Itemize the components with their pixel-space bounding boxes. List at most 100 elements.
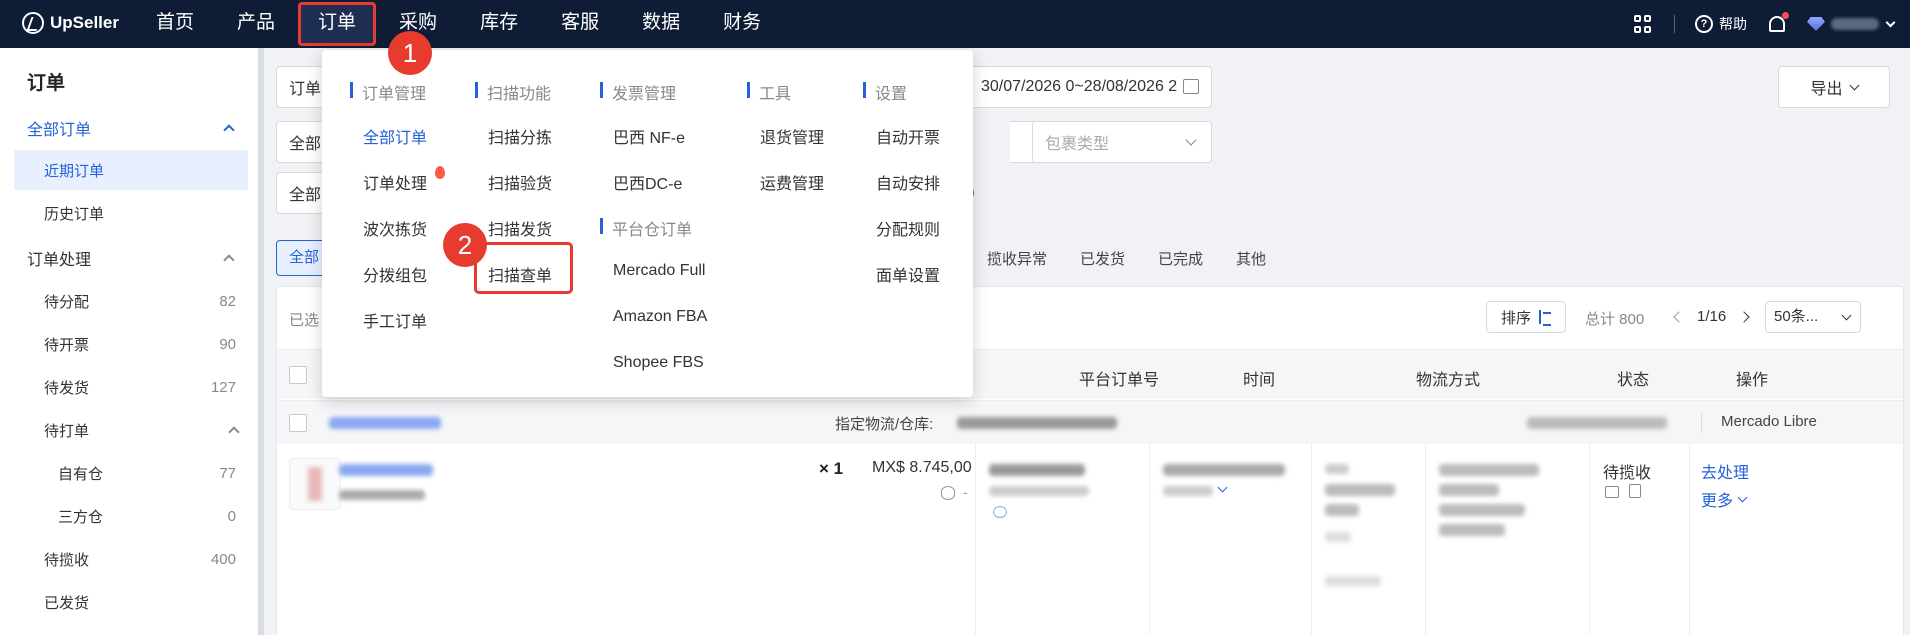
nav-finance[interactable]: 财务: [723, 0, 761, 48]
menu-item-freight[interactable]: 运费管理: [760, 170, 824, 194]
sidebar-item-to-print[interactable]: 待打单: [14, 410, 248, 450]
apps-grid-icon[interactable]: [1634, 15, 1652, 33]
tab-other[interactable]: 其他: [1236, 248, 1266, 269]
menu-item-returns[interactable]: 退货管理: [760, 124, 824, 148]
sort-icon: [1537, 310, 1551, 326]
highlight-scan-lookup: [474, 242, 573, 294]
sub-order-redacted: [1163, 486, 1213, 496]
process-order-link[interactable]: 去处理: [1701, 459, 1749, 483]
bell-icon[interactable]: [1769, 12, 1789, 32]
filter-value: 全部: [289, 136, 322, 153]
coins-icon: [941, 486, 955, 500]
sidebar-group-label: 订单处理: [27, 252, 92, 269]
sidebar-item-count: 400: [210, 550, 236, 568]
logo[interactable]: UpSeller: [22, 12, 119, 34]
user-menu[interactable]: [1807, 17, 1896, 31]
amount-sub: -: [963, 484, 968, 500]
package-type-select[interactable]: 包裹类型: [1032, 121, 1212, 163]
export-button[interactable]: 导出: [1778, 66, 1890, 108]
menu-item-auto-arrange[interactable]: 自动安排: [876, 170, 940, 194]
warehouse-label: 指定物流/仓库:: [835, 416, 934, 433]
help-button[interactable]: ? 帮助: [1695, 14, 1747, 34]
tracking-redacted: [1439, 504, 1525, 516]
sidebar-item-count: 127: [210, 378, 236, 396]
sidebar-item-own-warehouse[interactable]: 自有仓 77: [14, 453, 248, 493]
prev-page-icon[interactable]: [1673, 310, 1685, 323]
export-label: 导出: [1810, 81, 1843, 98]
sidebar-item-shipped[interactable]: 已发货: [14, 582, 248, 622]
menu-item-scan-ship[interactable]: 扫描发货: [488, 216, 552, 240]
sidebar-item-label: 历史订单: [44, 205, 105, 223]
next-page-icon[interactable]: [1738, 310, 1750, 323]
sidebar-item-third-party-warehouse[interactable]: 三方仓 0: [14, 496, 248, 536]
sidebar-item-count: 77: [219, 464, 236, 482]
order-header-row: 指定物流/仓库: Mercado Libre: [277, 400, 1903, 444]
barcode-icon[interactable]: [1605, 486, 1619, 498]
order-checkbox[interactable]: [289, 414, 307, 432]
sidebar-group-order-processing[interactable]: 订单处理: [27, 246, 241, 270]
date-range-input[interactable]: 30/07/2026 0~28/08/2026 2: [970, 66, 1212, 108]
sidebar-item-label: 自有仓: [58, 465, 104, 483]
menu-item-label: 订单处理: [363, 176, 428, 193]
menu-item-auto-invoice[interactable]: 自动开票: [876, 124, 940, 148]
menu-item-sort-packing[interactable]: 分拨组包: [363, 262, 427, 286]
menu-item-shopee-fbs[interactable]: Shopee FBS: [613, 354, 704, 372]
nav-orders[interactable]: 订单: [298, 2, 377, 46]
menu-header-invoice-management: 发票管理: [600, 80, 676, 104]
menu-item-brazil-dce[interactable]: 巴西DC-e: [613, 170, 682, 194]
sidebar-item-to-invoice[interactable]: 待开票 90: [14, 324, 248, 364]
menu-item-label-settings[interactable]: 面单设置: [876, 262, 940, 286]
menu-item-brazil-nfe[interactable]: 巴西 NF-e: [613, 124, 685, 148]
deadline-label-redacted: [1325, 532, 1351, 542]
sidebar-item-recent-orders[interactable]: 近期订单: [14, 150, 248, 190]
page-size-select[interactable]: 50条...: [1765, 301, 1861, 333]
nav-data[interactable]: 数据: [642, 0, 680, 48]
chevron-down-icon[interactable]: [1217, 482, 1228, 493]
menu-item-order-processing[interactable]: 订单处理: [363, 166, 445, 194]
document-icon[interactable]: [1629, 484, 1641, 498]
order-status: 待揽收: [1603, 465, 1652, 482]
tab-pickup-exception[interactable]: 揽收异常: [987, 248, 1047, 269]
menu-item-amazon-fba[interactable]: Amazon FBA: [613, 308, 707, 326]
menu-item-manual-order[interactable]: 手工订单: [363, 308, 427, 332]
sidebar-item-to-assign[interactable]: 待分配 82: [14, 281, 248, 321]
col-status: 状态: [1617, 372, 1650, 389]
select-all-checkbox[interactable]: [289, 366, 307, 384]
chevron-down-icon: [1841, 310, 1852, 321]
help-label: 帮助: [1719, 16, 1747, 32]
col-logistics: 物流方式: [1416, 372, 1481, 389]
sidebar-item-label: 近期订单: [44, 162, 105, 180]
sidebar-item-label: 待开票: [44, 336, 90, 354]
nav-home[interactable]: 首页: [156, 0, 194, 48]
sidebar-item-history-orders[interactable]: 历史订单: [14, 193, 248, 233]
nav-products[interactable]: 产品: [237, 0, 275, 48]
more-label: 更多: [1701, 493, 1734, 510]
menu-item-all-orders[interactable]: 全部订单: [363, 124, 427, 148]
menu-item-mercado-full[interactable]: Mercado Full: [613, 262, 705, 280]
date-range-value: 30/07/2026 0~28/08/2026 2: [981, 78, 1177, 95]
col-platform-order-no: 平台订单号: [1079, 372, 1160, 389]
sort-button[interactable]: 排序: [1486, 301, 1566, 333]
fire-icon: [435, 166, 445, 179]
tab-completed[interactable]: 已完成: [1158, 248, 1203, 269]
menu-header-order-management: 订单管理: [350, 80, 426, 104]
tab-all[interactable]: 全部: [276, 240, 328, 276]
chevron-down-icon: [1185, 134, 1197, 146]
sidebar-group-all-orders[interactable]: 全部订单: [27, 116, 241, 140]
menu-header-tools: 工具: [747, 80, 791, 104]
top-nav: UpSeller 首页 产品 订单 采购 库存 客服 数据 财务 ? 帮助: [0, 0, 1910, 48]
product-thumbnail[interactable]: [289, 458, 341, 510]
menu-item-assignment-rules[interactable]: 分配规则: [876, 216, 940, 240]
menu-header-scan-functions: 扫描功能: [475, 80, 551, 104]
chat-icon[interactable]: [993, 506, 1007, 518]
tab-shipped[interactable]: 已发货: [1080, 248, 1125, 269]
sidebar-item-label: 三方仓: [58, 508, 104, 526]
nav-customer-service[interactable]: 客服: [561, 0, 599, 48]
sidebar-item-to-ship[interactable]: 待发货 127: [14, 367, 248, 407]
menu-item-scan-sort[interactable]: 扫描分拣: [488, 124, 552, 148]
more-actions-link[interactable]: 更多: [1701, 487, 1748, 511]
menu-item-wave-picking[interactable]: 波次拣货: [363, 216, 427, 240]
sidebar-item-to-pickup[interactable]: 待揽收 400: [14, 539, 248, 579]
nav-inventory[interactable]: 库存: [480, 0, 518, 48]
menu-item-scan-inspect[interactable]: 扫描验货: [488, 170, 552, 194]
